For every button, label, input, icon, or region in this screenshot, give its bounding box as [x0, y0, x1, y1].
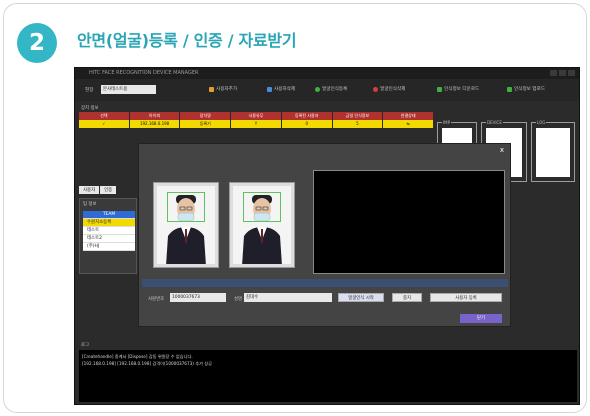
list-item[interactable]: 테스트	[83, 227, 135, 235]
list-item[interactable]: TEAM	[83, 211, 135, 219]
face-register-button[interactable]: 얼굴인식등록	[315, 86, 347, 92]
log-panel: LOG	[531, 120, 575, 182]
grid-header-cell[interactable]: 금일 인식정보	[333, 112, 384, 120]
face-photo-1	[153, 182, 219, 268]
grid-header-cell[interactable]: 등록된 사용자	[282, 112, 333, 120]
table-cell: 등록기	[180, 120, 232, 128]
upload-label: 인식정보 업로드	[514, 87, 546, 92]
tab-users[interactable]: 사용자	[79, 186, 100, 194]
grid-header-cell[interactable]: 연결상태	[383, 112, 435, 120]
imp-panel-caption: IMP	[442, 120, 452, 125]
user-delete-button[interactable]: 사용자삭제	[267, 86, 295, 92]
face-register-label: 얼굴인식등록	[322, 87, 348, 92]
minimize-button[interactable]	[550, 70, 557, 76]
table-cell: 5	[333, 120, 384, 128]
face-delete-label: 얼굴인식삭제	[380, 87, 406, 92]
row-checkbox[interactable]: ✓	[79, 120, 130, 128]
log-area: 로그 [Createhandle] 중계서 [Dispose] 감동 위원장 수…	[75, 336, 579, 404]
window-controls	[550, 70, 575, 76]
user-add-label: 사용자추가	[216, 87, 238, 92]
grid-header-cell[interactable]: 장치명	[180, 112, 232, 120]
user-delete-label: 사용자삭제	[274, 87, 296, 92]
face-photo-2	[229, 182, 295, 268]
face-detect-frame	[243, 192, 281, 222]
log-box: [Createhandle] 중계서 [Dispose] 감동 위원장 수 없습…	[79, 350, 577, 402]
site-select[interactable]: 본사테스트용	[101, 85, 156, 94]
stop-button[interactable]: 중지	[392, 293, 422, 302]
download-icon	[437, 86, 442, 92]
name-label: 성명	[234, 297, 243, 302]
name-input[interactable]: 김대수	[244, 293, 332, 302]
table-cell: 0	[282, 120, 333, 128]
grid-header-cell[interactable]: 선택	[79, 112, 130, 120]
log-panel-caption: LOG	[536, 120, 547, 125]
page-title: 안면(얼굴)등록 / 인증 / 자료받기	[77, 31, 297, 50]
download-label: 인식정보 다운로드	[444, 87, 480, 92]
log-line: [192.168.0.198] [192.168.0.198] 감격이(1000…	[82, 361, 213, 366]
device-grid: 선택 아이피 장치명 사용유무 등록된 사용자 금일 인식정보 연결상태 ✓ 1…	[79, 112, 435, 128]
upload-button[interactable]: 인식정보 업로드	[507, 86, 545, 92]
log-panel-image	[536, 128, 570, 177]
register-user-button[interactable]: 사용자 등록	[430, 293, 502, 302]
upload-icon	[507, 86, 512, 92]
tab-auth[interactable]: 인증	[100, 186, 117, 194]
site-label: 현장	[85, 88, 94, 93]
log-line: [Createhandle] 중계서 [Dispose] 감동 위원장 수 없습…	[82, 354, 193, 359]
grid-header-cell[interactable]: 사용유무	[231, 112, 282, 120]
log-caption: 로그	[81, 343, 90, 348]
grid-header: 선택 아이피 장치명 사용유무 등록된 사용자 금일 인식정보 연결상태	[79, 112, 435, 120]
table-cell: 192.168.0.198	[130, 120, 181, 128]
start-face-recognition-button[interactable]: 얼굴인식 시작	[338, 293, 384, 302]
face-delete-icon	[373, 86, 378, 92]
user-delete-icon	[267, 86, 272, 92]
connection-icon: ⇆	[383, 120, 435, 128]
left-tabs: 사용자 인증	[79, 186, 117, 194]
toolbar: 현장 본사테스트용 사용자추가 사용자삭제 얼굴인식등록 얼굴인식삭제 인식정보…	[75, 79, 579, 101]
maximize-button[interactable]	[559, 70, 566, 76]
camera-preview	[313, 170, 505, 274]
download-button[interactable]: 인식정보 다운로드	[437, 86, 479, 92]
employee-id-input[interactable]: 1000037673	[170, 293, 226, 302]
face-register-icon	[315, 86, 320, 92]
step-number-badge: 2	[17, 23, 57, 63]
employee-id-label: 사원번호	[148, 297, 165, 302]
grid-header-cell[interactable]: 아이피	[130, 112, 181, 120]
device-section-label: 장치 정보	[81, 106, 99, 111]
close-dialog-button[interactable]: 닫기	[460, 314, 502, 323]
team-list: TEAM 수원지소등록 테스트 테스트2 (주)HJ	[83, 211, 135, 251]
close-window-button[interactable]	[568, 70, 575, 76]
device-panel-caption: DEVICE	[486, 120, 503, 125]
list-item[interactable]: (주)HJ	[83, 243, 135, 251]
list-item[interactable]: 수원지소등록	[83, 219, 135, 227]
dialog-divider-bar	[142, 279, 508, 287]
table-row[interactable]: ✓ 192.168.0.198 등록기 Y 0 5 ⇆	[79, 120, 435, 128]
app-titlebar: HITC FACE RECOGNITION DEVICE MANAGER	[75, 68, 579, 79]
photo-background	[157, 186, 215, 264]
photo-background	[233, 186, 291, 264]
face-detect-frame	[167, 192, 205, 222]
team-panel: 팀 정보 TEAM 수원지소등록 테스트 테스트2 (주)HJ	[79, 198, 137, 274]
window-title: HITC FACE RECOGNITION DEVICE MANAGER	[89, 70, 199, 76]
team-panel-caption: 팀 정보	[83, 202, 97, 207]
table-cell: Y	[231, 120, 282, 128]
face-delete-button[interactable]: 얼굴인식삭제	[373, 86, 405, 92]
close-icon[interactable]: x	[500, 146, 504, 154]
list-item[interactable]: 테스트2	[83, 235, 135, 243]
user-add-button[interactable]: 사용자추가	[209, 86, 237, 92]
user-add-icon	[209, 86, 214, 92]
